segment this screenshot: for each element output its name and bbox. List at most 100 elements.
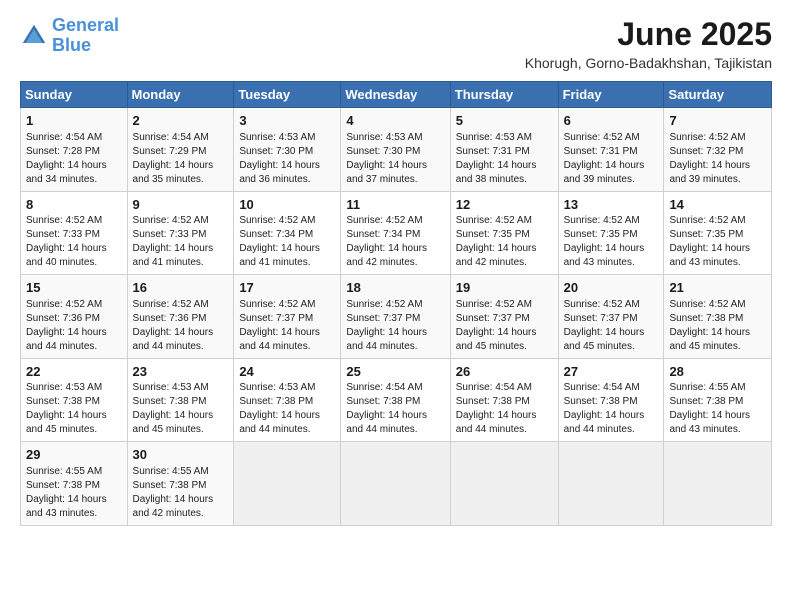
calendar-cell: 1Sunrise: 4:54 AM Sunset: 7:28 PM Daylig… [21,108,128,192]
day-info: Sunrise: 4:52 AM Sunset: 7:35 PM Dayligh… [456,214,553,270]
calendar-cell: 4Sunrise: 4:53 AM Sunset: 7:30 PM Daylig… [341,108,450,192]
day-info: Sunrise: 4:52 AM Sunset: 7:32 PM Dayligh… [669,131,766,187]
day-number: 3 [239,112,335,130]
day-info: Sunrise: 4:52 AM Sunset: 7:34 PM Dayligh… [239,214,335,270]
weekday-header-cell: Saturday [664,82,772,108]
day-info: Sunrise: 4:55 AM Sunset: 7:38 PM Dayligh… [669,381,766,437]
day-number: 30 [133,446,229,464]
day-info: Sunrise: 4:52 AM Sunset: 7:31 PM Dayligh… [564,131,659,187]
calendar-cell: 16Sunrise: 4:52 AM Sunset: 7:36 PM Dayli… [127,275,234,359]
day-info: Sunrise: 4:52 AM Sunset: 7:37 PM Dayligh… [239,298,335,354]
calendar-cell: 26Sunrise: 4:54 AM Sunset: 7:38 PM Dayli… [450,358,558,442]
logo-text: General Blue [52,16,119,56]
day-number: 22 [26,363,122,381]
day-number: 2 [133,112,229,130]
day-info: Sunrise: 4:53 AM Sunset: 7:30 PM Dayligh… [346,131,444,187]
header: General Blue June 2025 Khorugh, Gorno-Ba… [20,16,772,71]
month-title: June 2025 [525,16,772,53]
calendar-cell [234,442,341,526]
day-number: 14 [669,196,766,214]
calendar-table: SundayMondayTuesdayWednesdayThursdayFrid… [20,81,772,526]
day-info: Sunrise: 4:52 AM Sunset: 7:37 PM Dayligh… [456,298,553,354]
calendar-cell: 29Sunrise: 4:55 AM Sunset: 7:38 PM Dayli… [21,442,128,526]
day-number: 16 [133,279,229,297]
day-number: 5 [456,112,553,130]
weekday-header-cell: Wednesday [341,82,450,108]
day-info: Sunrise: 4:55 AM Sunset: 7:38 PM Dayligh… [133,465,229,521]
day-info: Sunrise: 4:55 AM Sunset: 7:38 PM Dayligh… [26,465,122,521]
weekday-header-row: SundayMondayTuesdayWednesdayThursdayFrid… [21,82,772,108]
day-info: Sunrise: 4:52 AM Sunset: 7:36 PM Dayligh… [26,298,122,354]
calendar-week-row: 22Sunrise: 4:53 AM Sunset: 7:38 PM Dayli… [21,358,772,442]
day-number: 8 [26,196,122,214]
calendar-cell: 7Sunrise: 4:52 AM Sunset: 7:32 PM Daylig… [664,108,772,192]
day-info: Sunrise: 4:52 AM Sunset: 7:33 PM Dayligh… [133,214,229,270]
day-info: Sunrise: 4:52 AM Sunset: 7:35 PM Dayligh… [564,214,659,270]
day-number: 4 [346,112,444,130]
day-info: Sunrise: 4:53 AM Sunset: 7:31 PM Dayligh… [456,131,553,187]
calendar-cell: 11Sunrise: 4:52 AM Sunset: 7:34 PM Dayli… [341,191,450,275]
title-block: June 2025 Khorugh, Gorno-Badakhshan, Taj… [525,16,772,71]
day-info: Sunrise: 4:54 AM Sunset: 7:38 PM Dayligh… [456,381,553,437]
logo-line1: General [52,15,119,35]
day-number: 29 [26,446,122,464]
day-number: 18 [346,279,444,297]
day-number: 24 [239,363,335,381]
weekday-header-cell: Tuesday [234,82,341,108]
day-info: Sunrise: 4:52 AM Sunset: 7:37 PM Dayligh… [564,298,659,354]
calendar-cell: 24Sunrise: 4:53 AM Sunset: 7:38 PM Dayli… [234,358,341,442]
calendar-cell: 18Sunrise: 4:52 AM Sunset: 7:37 PM Dayli… [341,275,450,359]
day-info: Sunrise: 4:53 AM Sunset: 7:38 PM Dayligh… [239,381,335,437]
calendar-cell [341,442,450,526]
day-number: 21 [669,279,766,297]
calendar-cell: 21Sunrise: 4:52 AM Sunset: 7:38 PM Dayli… [664,275,772,359]
calendar-cell: 3Sunrise: 4:53 AM Sunset: 7:30 PM Daylig… [234,108,341,192]
day-info: Sunrise: 4:53 AM Sunset: 7:38 PM Dayligh… [133,381,229,437]
day-number: 20 [564,279,659,297]
day-info: Sunrise: 4:52 AM Sunset: 7:34 PM Dayligh… [346,214,444,270]
day-number: 23 [133,363,229,381]
calendar-cell: 9Sunrise: 4:52 AM Sunset: 7:33 PM Daylig… [127,191,234,275]
day-number: 15 [26,279,122,297]
calendar-cell: 5Sunrise: 4:53 AM Sunset: 7:31 PM Daylig… [450,108,558,192]
day-info: Sunrise: 4:53 AM Sunset: 7:38 PM Dayligh… [26,381,122,437]
day-number: 10 [239,196,335,214]
day-number: 17 [239,279,335,297]
weekday-header-cell: Thursday [450,82,558,108]
day-number: 12 [456,196,553,214]
logo: General Blue [20,16,119,56]
day-number: 25 [346,363,444,381]
logo-line2: Blue [52,35,91,55]
calendar-week-row: 8 Sunrise: 4:52 AM Sunset: 7:33 PM Daylig… [21,191,772,275]
day-number: 27 [564,363,659,381]
calendar-cell: 28Sunrise: 4:55 AM Sunset: 7:38 PM Dayli… [664,358,772,442]
day-number: 13 [564,196,659,214]
calendar-cell [558,442,664,526]
day-number: 19 [456,279,553,297]
day-number: 1 [26,112,122,130]
weekday-header-cell: Friday [558,82,664,108]
day-number: 28 [669,363,766,381]
day-info: Sunrise: 4:54 AM Sunset: 7:28 PM Dayligh… [26,131,122,187]
day-number: 7 [669,112,766,130]
calendar-cell: 30Sunrise: 4:55 AM Sunset: 7:38 PM Dayli… [127,442,234,526]
calendar-cell: 2Sunrise: 4:54 AM Sunset: 7:29 PM Daylig… [127,108,234,192]
logo-icon [20,22,48,50]
day-info: Sunrise: 4:54 AM Sunset: 7:29 PM Dayligh… [133,131,229,187]
weekday-header-cell: Monday [127,82,234,108]
location-title: Khorugh, Gorno-Badakhshan, Tajikistan [525,55,772,71]
calendar-week-row: 29Sunrise: 4:55 AM Sunset: 7:38 PM Dayli… [21,442,772,526]
calendar-cell: 6Sunrise: 4:52 AM Sunset: 7:31 PM Daylig… [558,108,664,192]
calendar-cell: 23Sunrise: 4:53 AM Sunset: 7:38 PM Dayli… [127,358,234,442]
calendar-cell: 15Sunrise: 4:52 AM Sunset: 7:36 PM Dayli… [21,275,128,359]
page: General Blue June 2025 Khorugh, Gorno-Ba… [0,0,792,612]
day-info: Sunrise: 4:54 AM Sunset: 7:38 PM Dayligh… [346,381,444,437]
calendar-cell: 8Sunrise: 4:52 AM Sunset: 7:33 PM Daylig… [21,191,128,275]
day-info: Sunrise: 4:52 AM Sunset: 7:36 PM Dayligh… [133,298,229,354]
calendar-cell: 13Sunrise: 4:52 AM Sunset: 7:35 PM Dayli… [558,191,664,275]
calendar-cell: 10Sunrise: 4:52 AM Sunset: 7:34 PM Dayli… [234,191,341,275]
calendar-cell: 14Sunrise: 4:52 AM Sunset: 7:35 PM Dayli… [664,191,772,275]
day-info: Sunrise: 4:52 AM Sunset: 7:38 PM Dayligh… [669,298,766,354]
calendar-week-row: 1Sunrise: 4:54 AM Sunset: 7:28 PM Daylig… [21,108,772,192]
calendar-cell: 27Sunrise: 4:54 AM Sunset: 7:38 PM Dayli… [558,358,664,442]
